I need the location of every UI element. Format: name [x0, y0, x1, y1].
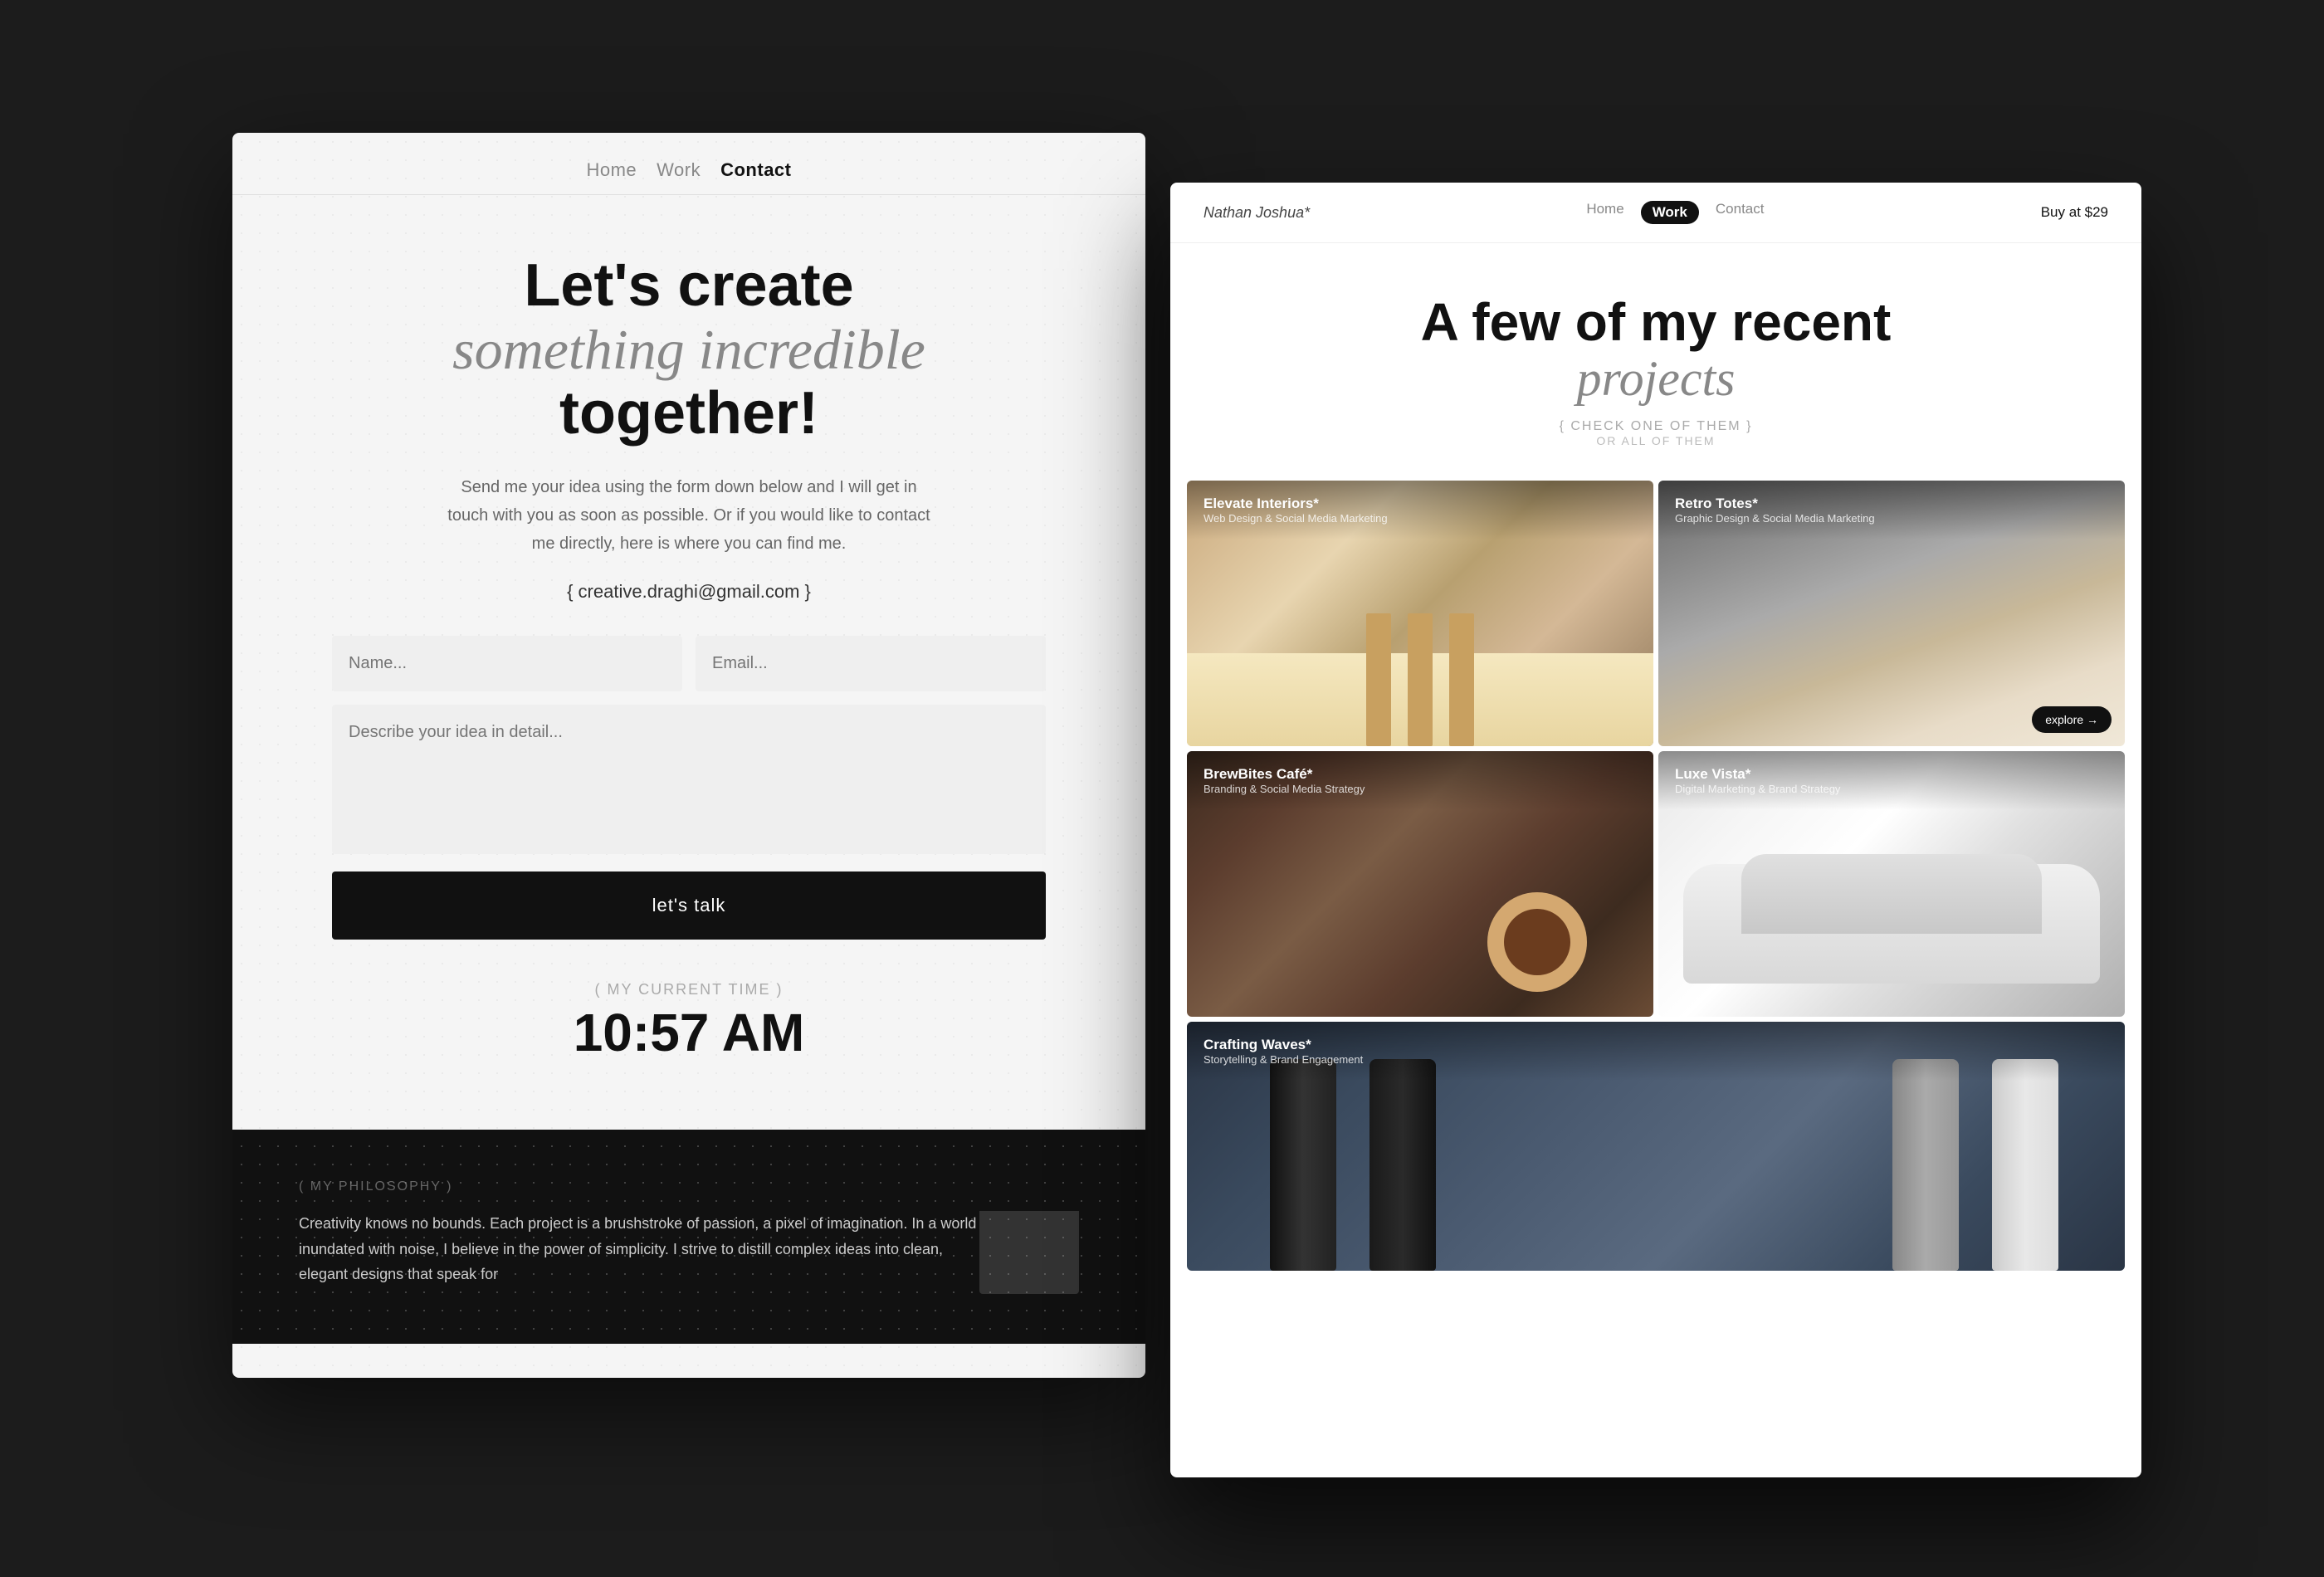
work-nav-home[interactable]: Home: [1586, 201, 1623, 224]
retro-sub: Graphic Design & Social Media Marketing: [1675, 512, 2108, 525]
stool-1: [1366, 613, 1391, 746]
bottle-3-deco: [1892, 1059, 1959, 1271]
kitchen-stools-deco: [1228, 613, 1612, 746]
interiors-title: Elevate Interiors*: [1204, 496, 1637, 512]
brew-sub: Branding & Social Media Strategy: [1204, 783, 1637, 795]
contact-page-card: Home Work Contact Let's create something…: [232, 133, 1145, 1378]
contact-subtext: Send me your idea using the form down be…: [440, 473, 938, 558]
work-nav: Nathan Joshua* Home Work Contact Buy at …: [1170, 183, 2141, 243]
work-nav-work[interactable]: Work: [1641, 201, 1699, 224]
work-hero: A few of my recent projects { CHECK ONE …: [1170, 243, 2141, 472]
work-title-line2: projects: [1237, 351, 2075, 406]
work-title-line1: A few of my recent: [1421, 292, 1892, 352]
project-grid: Elevate Interiors* Web Design & Social M…: [1170, 472, 2141, 1279]
stool-2: [1408, 613, 1433, 746]
retro-explore-button[interactable]: explore →: [2032, 706, 2112, 733]
project-card-retro[interactable]: Retro Totes* Graphic Design & Social Med…: [1658, 481, 2125, 746]
time-label: ( MY CURRENT TIME ): [332, 981, 1046, 998]
form-row-top: [332, 636, 1046, 691]
work-nav-links: Home Work Contact: [1586, 201, 1764, 224]
crafting-title: Crafting Waves*: [1204, 1037, 2108, 1053]
retro-overlay: Retro Totes* Graphic Design & Social Med…: [1658, 481, 2125, 540]
bottle-1-deco: [1270, 1059, 1336, 1271]
buy-button[interactable]: Buy at $29: [2041, 204, 2108, 221]
contact-nav-contact[interactable]: Contact: [720, 159, 791, 181]
luxe-overlay: Luxe Vista* Digital Marketing & Brand St…: [1658, 751, 2125, 810]
interiors-sub: Web Design & Social Media Marketing: [1204, 512, 1637, 525]
retro-title: Retro Totes*: [1675, 496, 2108, 512]
contact-email: { creative.draghi@gmail.com }: [332, 581, 1046, 603]
name-input[interactable]: [332, 636, 682, 691]
contact-nav-home[interactable]: Home: [586, 159, 637, 181]
headline-line3: together!: [559, 380, 818, 447]
project-card-interiors[interactable]: Elevate Interiors* Web Design & Social M…: [1187, 481, 1653, 746]
luxe-sub: Digital Marketing & Brand Strategy: [1675, 783, 2108, 795]
work-hero-sub1: { CHECK ONE OF THEM }: [1237, 419, 2075, 434]
brew-overlay: BrewBites Café* Branding & Social Media …: [1187, 751, 1653, 810]
coffee-cup-deco: [1487, 892, 1587, 992]
time-value: 10:57 AM: [332, 1002, 1046, 1063]
project-card-crafting[interactable]: Crafting Waves* Storytelling & Brand Eng…: [1187, 1022, 2125, 1271]
work-brand: Nathan Joshua*: [1204, 204, 1310, 222]
contact-nav-work[interactable]: Work: [657, 159, 701, 181]
headline-line1: Let's create: [524, 252, 853, 319]
project-card-brew[interactable]: BrewBites Café* Branding & Social Media …: [1187, 751, 1653, 1017]
bottle-2-deco: [1370, 1059, 1436, 1271]
time-section: ( MY CURRENT TIME ) 10:57 AM: [332, 981, 1046, 1063]
submit-button[interactable]: let's talk: [332, 872, 1046, 940]
scene-container: Home Work Contact Let's create something…: [166, 83, 2158, 1494]
interiors-overlay: Elevate Interiors* Web Design & Social M…: [1187, 481, 1653, 540]
contact-body: Let's create something incredible togeth…: [232, 195, 1145, 1096]
work-nav-contact[interactable]: Contact: [1716, 201, 1765, 224]
luxe-title: Luxe Vista*: [1675, 766, 2108, 783]
crafting-overlay: Crafting Waves* Storytelling & Brand Eng…: [1187, 1022, 2125, 1081]
contact-form: let's talk: [332, 636, 1046, 940]
crafting-sub: Storytelling & Brand Engagement: [1204, 1053, 2108, 1066]
work-page-card: Nathan Joshua* Home Work Contact Buy at …: [1170, 183, 2141, 1477]
brew-title: BrewBites Café*: [1204, 766, 1637, 783]
contact-nav: Home Work Contact: [232, 133, 1145, 195]
contact-headline: Let's create something incredible togeth…: [332, 253, 1046, 447]
project-card-luxe[interactable]: Luxe Vista* Digital Marketing & Brand St…: [1658, 751, 2125, 1017]
work-hero-sub2: OR ALL OF THEM: [1237, 434, 2075, 447]
stool-3: [1449, 613, 1474, 746]
coffee-latte-deco: [1504, 909, 1570, 975]
bottle-4-deco: [1992, 1059, 2058, 1271]
headline-line2: something incredible: [332, 319, 1046, 381]
email-input[interactable]: [696, 636, 1046, 691]
message-textarea[interactable]: [332, 705, 1046, 854]
work-hero-title: A few of my recent projects: [1237, 293, 2075, 406]
car-roof-deco: [1741, 854, 2042, 934]
